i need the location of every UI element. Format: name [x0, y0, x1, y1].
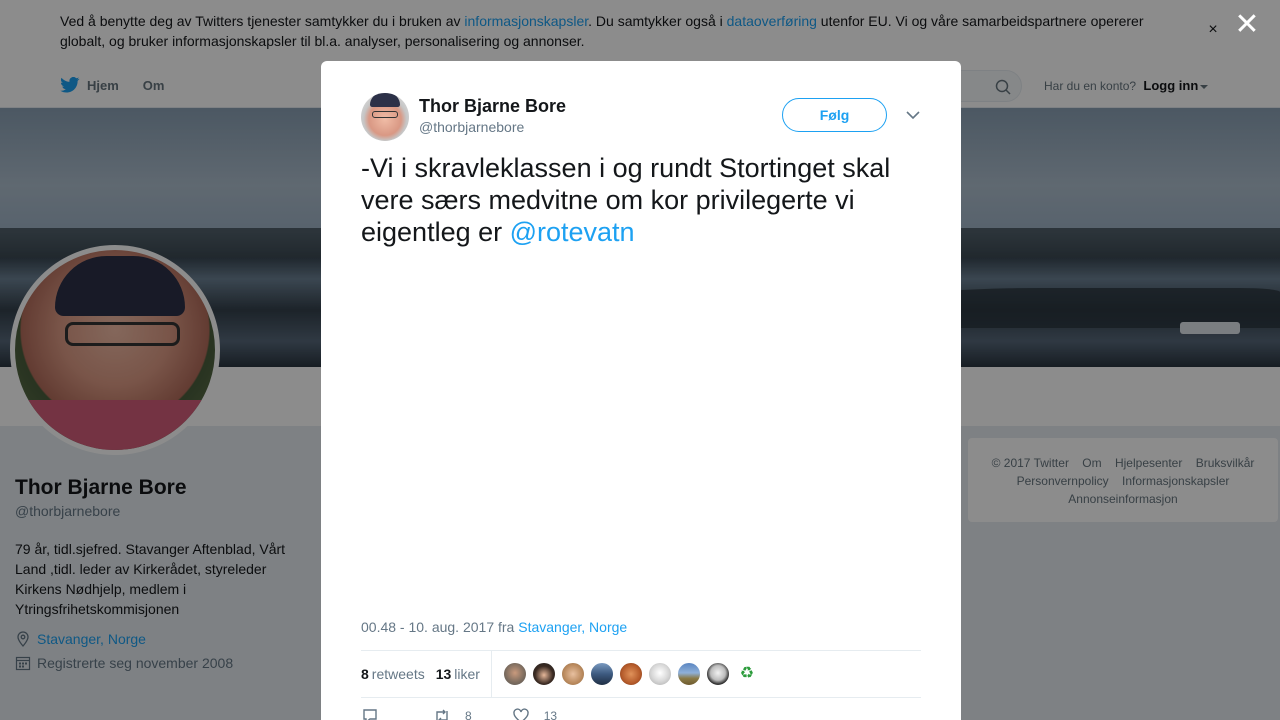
tweet-author-avatar[interactable] — [361, 93, 409, 141]
liker-avatar[interactable] — [676, 662, 701, 686]
retweet-stat[interactable]: 8 retweets — [361, 666, 425, 682]
tweet-author-name[interactable]: Thor Bjarne Bore — [419, 96, 566, 117]
tweet-stats: 8 retweets 13 liker ♻ — [361, 650, 921, 698]
retweet-button[interactable]: 8 — [433, 707, 472, 720]
chevron-down-icon[interactable] — [905, 107, 921, 123]
liker-avatar[interactable] — [589, 662, 614, 686]
close-icon[interactable]: ✕ — [1234, 10, 1260, 40]
liker-avatar[interactable] — [560, 662, 585, 686]
like-action-count: 13 — [543, 709, 558, 720]
liker-avatar[interactable] — [618, 662, 643, 686]
heart-icon — [512, 708, 529, 720]
tweet-time[interactable]: 00.48 - 10. aug. 2017 fra — [361, 619, 518, 635]
retweet-label: retweets — [371, 666, 425, 682]
retweet-count: 8 — [361, 666, 369, 682]
like-button[interactable]: 13 — [512, 707, 557, 720]
liker-avatar[interactable] — [502, 662, 527, 686]
tweet-mention-link[interactable]: @rotevatn — [510, 217, 635, 247]
tweet-author-handle[interactable]: @thorbjarnebore — [419, 119, 524, 135]
liker-avatars: ♻ — [502, 662, 764, 686]
tweet-actions: 8 13 — [361, 707, 597, 720]
stats-divider — [490, 651, 492, 697]
liker-avatar[interactable] — [531, 662, 556, 686]
liker-avatar[interactable] — [647, 662, 672, 686]
tweet-timestamp: 00.48 - 10. aug. 2017 fra Stavanger, Nor… — [361, 619, 627, 635]
reply-button[interactable] — [361, 707, 393, 720]
like-stat[interactable]: 13 liker — [436, 666, 480, 682]
follow-button[interactable]: Følg — [782, 98, 887, 132]
avatar-glasses — [372, 111, 398, 118]
like-label: liker — [454, 666, 480, 682]
liker-avatar[interactable] — [705, 662, 730, 686]
reply-icon — [363, 709, 377, 720]
like-count: 13 — [435, 666, 452, 682]
tweet-modal: Thor Bjarne Bore @thorbjarnebore Følg -V… — [321, 61, 961, 720]
retweet-icon — [436, 709, 448, 720]
retweet-action-count: 8 — [465, 709, 472, 720]
tweet-place-link[interactable]: Stavanger, Norge — [518, 619, 627, 635]
tweet-text: -Vi i skravleklassen i og rundt Storting… — [361, 152, 921, 248]
recycle-icon[interactable]: ♻ — [734, 662, 759, 686]
avatar-cap — [370, 93, 400, 107]
